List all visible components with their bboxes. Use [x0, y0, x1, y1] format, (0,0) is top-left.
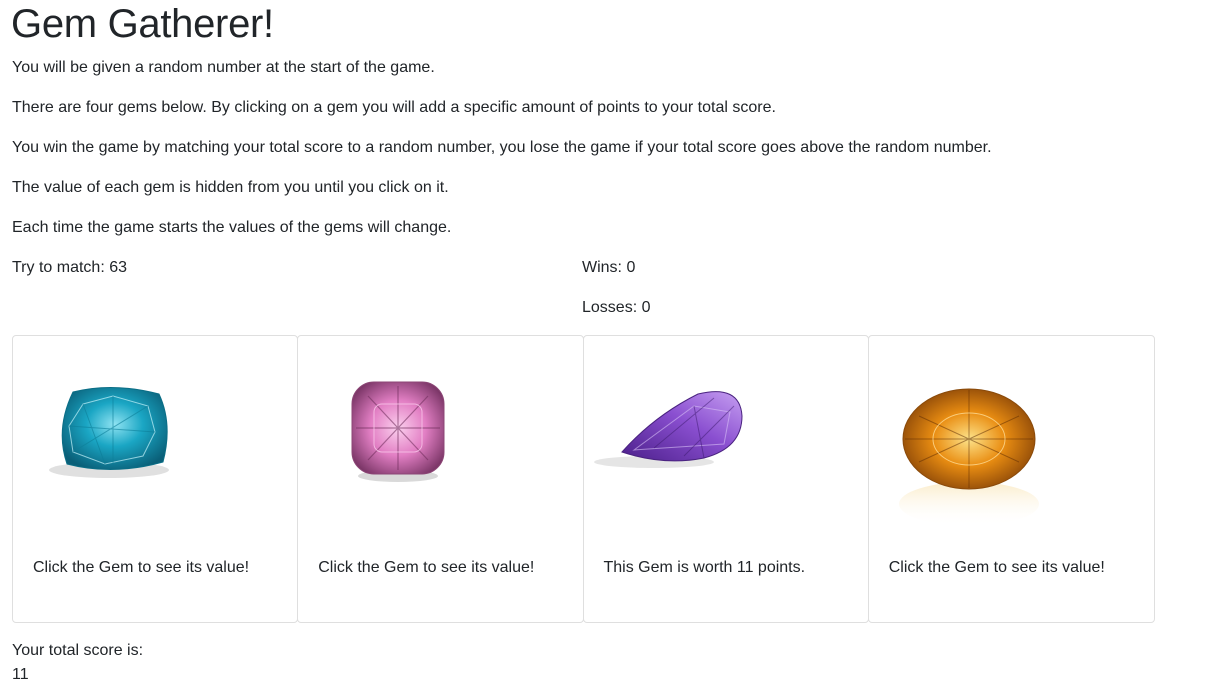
pink-gem-image[interactable] — [298, 336, 582, 536]
gem-card-pink[interactable]: Click the Gem to see its value! — [297, 335, 584, 623]
total-score-label: Your total score is: — [12, 642, 144, 659]
instruction-5: Each time the game starts the values of … — [12, 219, 452, 236]
total-score-value: 11 — [12, 666, 29, 683]
gem-value-text: This Gem is worth 11 points. — [603, 559, 806, 576]
gem-value-text: Click the Gem to see its value! — [33, 559, 250, 576]
blue-gem-image[interactable] — [13, 336, 297, 536]
page-title: Gem Gatherer! — [11, 2, 274, 46]
instruction-1: You will be given a random number at the… — [12, 59, 435, 76]
gem-cards: Click the Gem to see its value! Click th… — [12, 335, 1155, 623]
gem-value-text: Click the Gem to see its value! — [318, 559, 535, 576]
instruction-2: There are four gems below. By clicking o… — [12, 99, 776, 116]
instruction-4: The value of each gem is hidden from you… — [12, 179, 449, 196]
gem-card-purple[interactable]: This Gem is worth 11 points. — [582, 335, 869, 623]
gem-card-blue[interactable]: Click the Gem to see its value! — [12, 335, 299, 623]
gem-value-text: Click the Gem to see its value! — [888, 559, 1105, 576]
target-number: Try to match: 63 — [12, 259, 127, 276]
wins-count: Wins: 0 — [582, 259, 636, 276]
losses-count: Losses: 0 — [582, 299, 651, 316]
purple-gem-image[interactable] — [584, 336, 868, 536]
orange-gem-image[interactable] — [868, 336, 1154, 536]
gem-card-orange[interactable]: Click the Gem to see its value! — [867, 335, 1155, 623]
instruction-3: You win the game by matching your total … — [12, 139, 992, 156]
